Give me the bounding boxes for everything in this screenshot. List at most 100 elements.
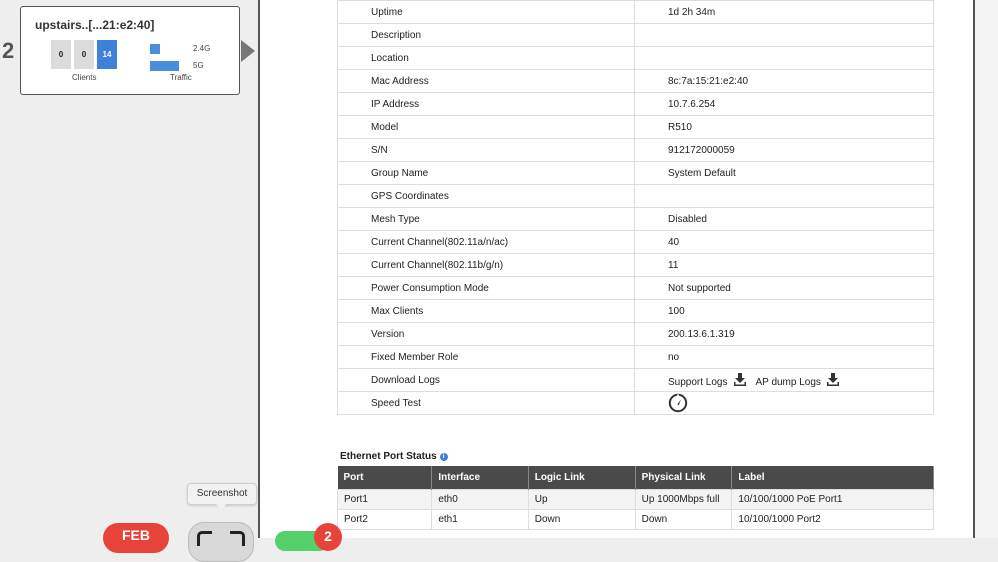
detail-value: 40 <box>634 230 934 254</box>
detail-label: Fixed Member Role <box>337 345 635 369</box>
right-pane <box>975 0 998 538</box>
feb-button[interactable]: FEB <box>103 523 169 553</box>
detail-row: Fixed Member Role no <box>337 345 934 369</box>
detail-value: 100 <box>634 299 934 323</box>
detail-value: 10.7.6.254 <box>634 92 934 116</box>
notification-badge[interactable]: 2 <box>314 523 342 551</box>
eth-cell: Up <box>527 489 636 510</box>
ethernet-port-table: Port Interface Logic Link Physical Link Labe… <box>336 466 934 530</box>
clients-count-2: 0 <box>74 40 94 69</box>
screenshot-corner-icon <box>197 531 212 546</box>
eth-column-header[interactable]: Label <box>731 466 934 490</box>
eth-column-header[interactable]: Port <box>337 466 433 490</box>
detail-value: Disabled <box>634 207 934 231</box>
eth-column-header[interactable]: Physical Link <box>635 466 733 490</box>
detail-row: Version 200.13.6.1.319 <box>337 322 934 346</box>
detail-row: Group Name System Default <box>337 161 934 185</box>
detail-label: Version <box>337 322 635 346</box>
ap-name: upstairs..[...21:e2:40] <box>35 18 155 32</box>
detail-label: IP Address <box>337 92 635 116</box>
eth-cell: 10/100/1000 Port2 <box>731 509 934 530</box>
detail-row: Speed Test <box>337 391 934 415</box>
detail-row: Description <box>337 23 934 47</box>
traffic-label: Traffic <box>170 73 192 82</box>
detail-row: Model R510 <box>337 115 934 139</box>
detail-label: Current Channel(802.11a/n/ac) <box>337 230 635 254</box>
detail-label: Mac Address <box>337 69 635 93</box>
screenshot-button[interactable] <box>188 522 254 562</box>
detail-label: Group Name <box>337 161 635 185</box>
detail-value: 912172000059 <box>634 138 934 162</box>
detail-row: Mesh Type Disabled <box>337 207 934 231</box>
download-icon[interactable] <box>826 372 839 386</box>
detail-value <box>634 23 934 47</box>
detail-row: Current Channel(802.11b/g/n) 11 <box>337 253 934 277</box>
eth-cell: eth1 <box>431 509 529 530</box>
support-logs-link[interactable]: Support Logs <box>668 377 728 388</box>
detail-row: Download Logs Support Logs AP dump Logs <box>337 368 934 392</box>
detail-row: Mac Address 8c:7a:15:21:e2:40 <box>337 69 934 93</box>
ap-row-number: 2 <box>2 38 15 63</box>
detail-value: System Default <box>634 161 934 185</box>
detail-label: Current Channel(802.11b/g/n) <box>337 253 635 277</box>
traffic-bar-24g <box>150 44 160 54</box>
clients-count-3: 14 <box>97 40 117 69</box>
detail-label: Location <box>337 46 635 70</box>
detail-row: Location <box>337 46 934 70</box>
detail-row: Uptime 1d 2h 34m <box>337 0 934 24</box>
eth-cell: Port2 <box>336 509 433 530</box>
ap-card[interactable]: upstairs..[...21:e2:40] 0 0 14 Clients 2… <box>20 6 240 95</box>
traffic-band-5g: 5G <box>193 61 204 70</box>
ap-list-pane: 2 upstairs..[...21:e2:40] 0 0 14 Clients… <box>0 0 258 562</box>
ethernet-title-text: Ethernet Port Status <box>340 451 437 462</box>
traffic-bar-5g <box>150 61 179 71</box>
detail-value: 1d 2h 34m <box>634 0 934 24</box>
download-logs-label: Download Logs <box>337 368 635 392</box>
ap-dump-logs-link[interactable]: AP dump Logs <box>756 377 821 388</box>
eth-cell: 10/100/1000 PoE Port1 <box>731 489 934 510</box>
screenshot-corner-icon <box>230 531 245 546</box>
detail-value: 11 <box>634 253 934 277</box>
eth-cell: Down <box>634 509 733 530</box>
eth-cell: Port1 <box>336 489 433 510</box>
detail-label: Model <box>337 115 635 139</box>
detail-label: Mesh Type <box>337 207 635 231</box>
detail-value <box>634 46 934 70</box>
screenshot-tooltip: Screenshot <box>187 483 257 510</box>
detail-label: Description <box>337 23 635 47</box>
detail-value: Not supported <box>634 276 934 300</box>
detail-row: S/N 912172000059 <box>337 138 934 162</box>
info-icon[interactable]: i <box>439 453 448 461</box>
detail-row: Current Channel(802.11a/n/ac) 40 <box>337 230 934 254</box>
detail-label: Uptime <box>337 0 635 24</box>
eth-cell: Down <box>527 509 636 530</box>
detail-value: 200.13.6.1.319 <box>634 322 934 346</box>
speed-test-label: Speed Test <box>337 391 635 415</box>
eth-cell: eth0 <box>431 489 529 510</box>
eth-port-row: Port1 eth0 Up Up 1000Mbps full 10/100/1000 P… <box>336 489 934 510</box>
detail-value: no <box>634 345 934 369</box>
eth-column-header[interactable]: Logic Link <box>528 466 636 490</box>
eth-cell: Up 1000Mbps full <box>634 489 733 510</box>
detail-value: 8c:7a:15:21:e2:40 <box>634 69 934 93</box>
detail-label: Power Consumption Mode <box>337 276 635 300</box>
detail-label: S/N <box>337 138 635 162</box>
download-icon[interactable] <box>733 372 746 386</box>
ethernet-port-status-title: Ethernet Port Status i <box>340 451 448 462</box>
selection-arrow-icon <box>241 40 255 62</box>
detail-row: Max Clients 100 <box>337 299 934 323</box>
clients-label: Clients <box>72 73 97 82</box>
download-logs-links: Support Logs AP dump Logs <box>634 368 934 392</box>
speed-test-action <box>634 391 934 415</box>
detail-value <box>634 184 934 208</box>
detail-row: IP Address 10.7.6.254 <box>337 92 934 116</box>
traffic-band-24g: 2.4G <box>193 44 211 53</box>
eth-port-row: Port2 eth1 Down Down 10/100/1000 Port2 <box>336 509 934 530</box>
ap-details-table: Uptime 1d 2h 34m Description Location Mac Ad… <box>337 0 934 415</box>
speedometer-icon[interactable] <box>668 393 688 413</box>
detail-value: R510 <box>634 115 934 139</box>
detail-label: GPS Coordinates <box>337 184 635 208</box>
detail-label: Max Clients <box>337 299 635 323</box>
detail-row: GPS Coordinates <box>337 184 934 208</box>
eth-column-header[interactable]: Interface <box>431 466 529 490</box>
